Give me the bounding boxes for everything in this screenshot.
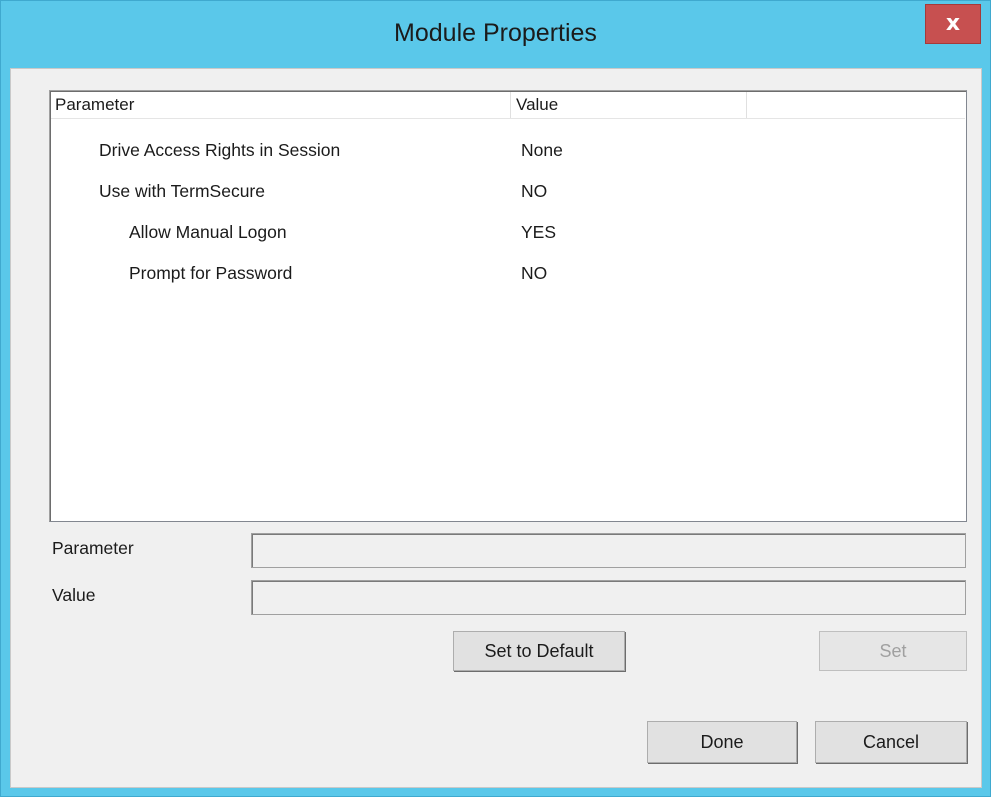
close-icon: x	[945, 11, 961, 36]
list-item-value: YES	[521, 222, 557, 242]
window-title: Module Properties	[394, 19, 597, 47]
set-to-default-button[interactable]: Set to Default	[453, 631, 625, 671]
list-item-parameter: Use with TermSecure	[99, 181, 265, 201]
list-item-value: NO	[521, 263, 548, 283]
module-properties-window: Module Properties x Parameter Value Driv…	[0, 0, 991, 797]
list-item-parameter: Allow Manual Logon	[129, 222, 287, 242]
title-bar[interactable]: Module Properties x	[1, 1, 990, 69]
list-header: Parameter Value	[51, 92, 965, 119]
value-field[interactable]	[251, 580, 966, 615]
close-button[interactable]: x	[925, 4, 981, 44]
column-header-value[interactable]: Value	[511, 92, 747, 118]
done-button[interactable]: Done	[647, 721, 797, 763]
list-item-parameter: Prompt for Password	[129, 263, 293, 283]
list-item[interactable]: Allow Manual Logon YES	[51, 212, 965, 252]
value-label: Value	[52, 585, 96, 605]
parameter-list[interactable]: Parameter Value Drive Access Rights in S…	[49, 90, 967, 522]
column-header-parameter[interactable]: Parameter	[51, 92, 511, 118]
dialog-client-area: Parameter Value Drive Access Rights in S…	[10, 68, 982, 788]
list-item-parameter: Drive Access Rights in Session	[99, 140, 341, 160]
parameter-label: Parameter	[52, 538, 134, 558]
list-item[interactable]: Use with TermSecure NO	[51, 171, 965, 211]
list-item[interactable]: Drive Access Rights in Session None	[51, 130, 965, 170]
list-item[interactable]: Prompt for Password NO	[51, 253, 965, 293]
cancel-button[interactable]: Cancel	[815, 721, 967, 763]
parameter-field[interactable]	[251, 533, 966, 568]
column-header-empty[interactable]	[747, 92, 966, 118]
list-item-value: NO	[521, 181, 548, 201]
set-button[interactable]: Set	[819, 631, 967, 671]
list-item-value: None	[521, 140, 563, 160]
